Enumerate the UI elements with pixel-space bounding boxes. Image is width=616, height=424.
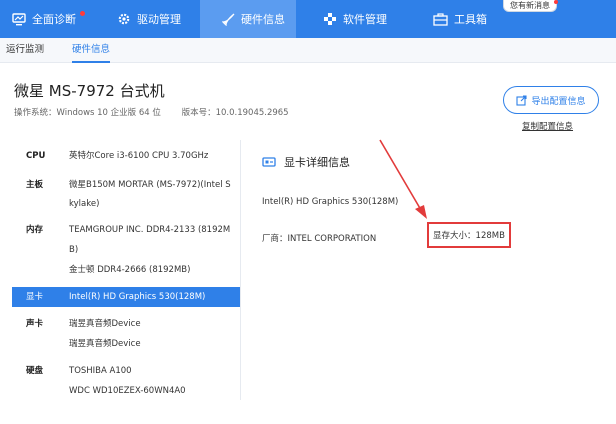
hw-value: 瑞昱真音频Device: [69, 319, 141, 329]
hw-label: 声卡: [26, 319, 44, 329]
hw-label: 主板: [26, 180, 44, 190]
nav-label: 全面诊断: [32, 13, 76, 26]
page-title: 微星 MS-7972 台式机: [14, 82, 165, 100]
nav-label: 软件管理: [343, 13, 387, 26]
sub-tabs: 运行监测 硬件信息: [0, 38, 616, 63]
cube-icon: [323, 12, 337, 26]
nav-item-toolbox[interactable]: 工具箱: [433, 0, 487, 38]
nav-item-software[interactable]: 软件管理: [323, 0, 387, 38]
version-label: 版本号：10.0.19045.2965: [181, 108, 289, 118]
hw-value: WDC WD10EZEX-60WN4A0: [69, 386, 186, 396]
nav-item-hardware[interactable]: 硬件信息: [200, 0, 296, 38]
hw-label: 内存: [26, 225, 44, 235]
gpu-vendor: 厂商：INTEL CORPORATION: [262, 234, 377, 244]
graphics-card-icon: [262, 156, 276, 167]
vram-highlight: 显存大小：128MB: [427, 222, 511, 248]
nav-item-driver[interactable]: 驱动管理: [117, 0, 181, 38]
hw-label: 显卡: [26, 292, 44, 302]
rocket-icon: [222, 13, 235, 26]
system-info-line: 操作系统：Windows 10 企业版 64 位 版本号：10.0.19045.…: [14, 106, 307, 118]
hw-value: TEAMGROUP INC. DDR4-2133 (8192M: [69, 225, 231, 235]
badge-dot: [554, 0, 558, 4]
copy-config-link[interactable]: 复制配置信息: [522, 120, 573, 132]
gpu-name: Intel(R) HD Graphics 530(128M): [262, 197, 399, 207]
tab-hardware-info[interactable]: 硬件信息: [72, 38, 111, 63]
monitor-icon: [12, 12, 26, 26]
hw-value: 瑞昱真音频Device: [69, 339, 141, 349]
new-message-badge[interactable]: 您有新消息: [503, 0, 558, 12]
notification-dot: [80, 11, 85, 16]
nav-label: 工具箱: [454, 13, 487, 26]
export-config-button[interactable]: 导出配置信息: [503, 86, 599, 114]
toolbox-icon: [433, 12, 448, 26]
os-label: 操作系统：Windows 10 企业版 64 位: [14, 108, 161, 118]
vram-value: 显存大小：128MB: [433, 231, 505, 241]
tab-monitor[interactable]: 运行监测: [6, 38, 44, 63]
hw-value: 英特尔Core i3-6100 CPU 3.70GHz: [69, 151, 209, 161]
nav-label: 驱动管理: [137, 13, 181, 26]
hw-value: Intel(R) HD Graphics 530(128M): [69, 292, 206, 302]
nav-label: 硬件信息: [241, 13, 285, 26]
divider: [240, 140, 241, 400]
export-icon: [516, 94, 528, 106]
hw-value: 金士顿 DDR4-2666 (8192MB): [69, 265, 191, 275]
hw-label: 硬盘: [26, 366, 44, 376]
gear-icon: [117, 12, 131, 26]
hw-value: B): [69, 245, 79, 255]
nav-item-diagnosis[interactable]: 全面诊断: [12, 0, 76, 38]
hw-value: kylake): [69, 199, 100, 209]
gpu-detail-title: 显卡详细信息: [262, 154, 350, 170]
hw-value: TOSHIBA A100: [69, 366, 132, 376]
hw-row-gpu[interactable]: 显卡 Intel(R) HD Graphics 530(128M): [12, 287, 240, 307]
hw-label: CPU: [26, 151, 46, 161]
top-nav: 全面诊断 驱动管理 硬件信息 软件管理 工具箱 您有新消息: [0, 0, 616, 38]
